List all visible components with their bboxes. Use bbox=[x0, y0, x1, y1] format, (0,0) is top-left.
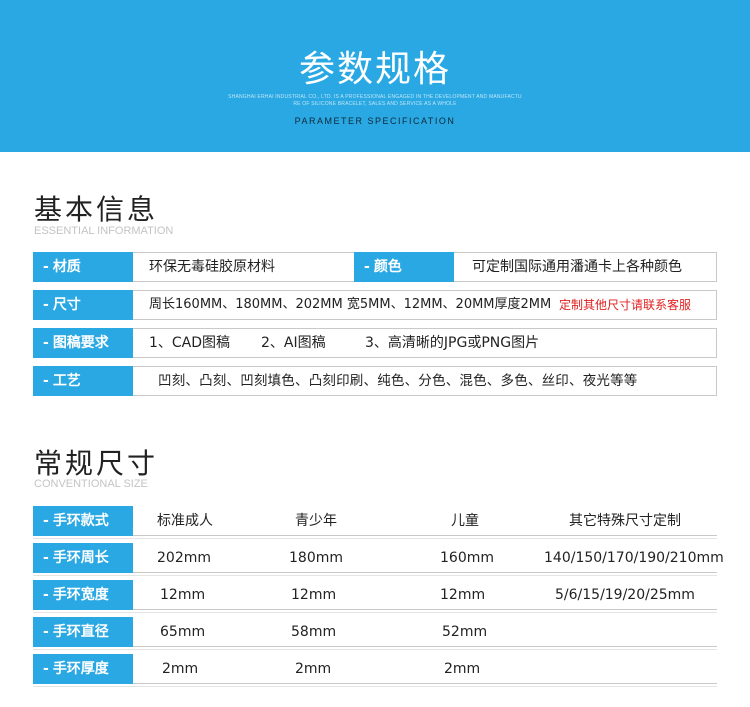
banner-title: 参数规格 bbox=[298, 49, 451, 90]
cell-adult: 标准成人 bbox=[157, 513, 213, 529]
header-banner: 参数规格 SHANGHAI ERHAI INDUSTRIAL CO., LTD.… bbox=[0, 0, 750, 152]
row-craft: - 工艺 凹刻、凸刻、凹刻填色、凸刻印刷、纯色、分色、混色、多色、丝印、夜光等等 bbox=[33, 366, 717, 396]
cell-custom: 其它特殊尺寸定制 bbox=[569, 513, 681, 529]
cell-teen: 青少年 bbox=[295, 513, 337, 529]
tag-diameter: - 手环直径 bbox=[33, 617, 133, 647]
size-value: 周长160MM、180MM、202MM 宽5MM、12MM、20MM厚度2MM bbox=[149, 297, 552, 312]
cell-child: 12mm bbox=[440, 587, 486, 603]
cell-adult: 202mm bbox=[157, 550, 211, 566]
table-row: - 手环周长 202mm 180mm 160mm 140/150/170/190/… bbox=[33, 543, 724, 576]
draft-item-2: 2、AI图稿 bbox=[261, 335, 326, 351]
banner-subtitle: PARAMETER SPECIFICATION bbox=[294, 116, 456, 126]
cell-teen: 58mm bbox=[291, 624, 337, 640]
tag-thickness: - 手环厚度 bbox=[33, 654, 133, 684]
section-subtitle-sizes: CONVENTIONAL SIZE bbox=[34, 478, 148, 490]
cell-adult: 12mm bbox=[160, 587, 206, 603]
tag-draft: - 图稿要求 bbox=[33, 328, 133, 358]
cell-child: 52mm bbox=[442, 624, 488, 640]
cell-teen: 180mm bbox=[289, 550, 343, 566]
section-title-basic: 基本信息 bbox=[34, 193, 159, 226]
table-row: - 手环厚度 2mm 2mm 2mm bbox=[33, 654, 717, 687]
banner-desc-line-2: RE OF SILICONE BRACELET, SALES AND SERVI… bbox=[293, 101, 457, 107]
cell-adult: 65mm bbox=[160, 624, 206, 640]
cell-custom: 5/6/15/19/20/25mm bbox=[555, 587, 695, 603]
section-title-sizes: 常规尺寸 bbox=[34, 447, 159, 480]
cell-child: 160mm bbox=[440, 550, 494, 566]
section-subtitle-basic: ESSENTIAL INFORMATION bbox=[34, 225, 174, 237]
draft-item-3: 3、高清晰的JPG或PNG图片 bbox=[365, 335, 540, 351]
tag-color: - 颜色 bbox=[354, 252, 454, 282]
cell-child: 2mm bbox=[444, 661, 481, 677]
cell-custom: 140/150/170/190/210mm bbox=[544, 550, 724, 566]
table-row: - 手环宽度 12mm 12mm 12mm 5/6/15/19/20/25mm bbox=[33, 580, 717, 613]
tag-craft: - 工艺 bbox=[33, 366, 133, 396]
tag-width: - 手环宽度 bbox=[33, 580, 133, 610]
material-value: 环保无毒硅胶原材料 bbox=[149, 259, 275, 275]
tag-size: - 尺寸 bbox=[33, 290, 133, 320]
draft-item-1: 1、CAD图稿 bbox=[149, 335, 231, 351]
cell-teen: 2mm bbox=[295, 661, 332, 677]
tag-material: - 材质 bbox=[33, 252, 133, 282]
tag-style: - 手环款式 bbox=[33, 506, 133, 536]
row-draft: - 图稿要求 1、CAD图稿 2、AI图稿 3、高清晰的JPG或PNG图片 bbox=[33, 328, 717, 358]
row-material-color: - 材质 环保无毒硅胶原材料 - 颜色 可定制国际通用潘通卡上各种颜色 bbox=[33, 252, 717, 282]
row-size: - 尺寸 周长160MM、180MM、202MM 宽5MM、12MM、20MM厚度… bbox=[33, 290, 717, 320]
banner-description: SHANGHAI ERHAI INDUSTRIAL CO., LTD. IS A… bbox=[0, 94, 750, 108]
craft-value: 凹刻、凸刻、凹刻填色、凸刻印刷、纯色、分色、混色、多色、丝印、夜光等等 bbox=[158, 373, 638, 389]
color-value: 可定制国际通用潘通卡上各种颜色 bbox=[472, 259, 682, 275]
cell-child: 儿童 bbox=[451, 513, 479, 529]
cell-teen: 12mm bbox=[291, 587, 337, 603]
size-note: 定制其他尺寸请联系客服 bbox=[559, 298, 692, 312]
cell-adult: 2mm bbox=[162, 661, 199, 677]
tag-circumference: - 手环周长 bbox=[33, 543, 133, 573]
banner-desc-line-1: SHANGHAI ERHAI INDUSTRIAL CO., LTD. IS A… bbox=[228, 94, 522, 100]
table-row: - 手环直径 65mm 58mm 52mm bbox=[33, 617, 717, 650]
table-row: - 手环款式 标准成人 青少年 儿童 其它特殊尺寸定制 bbox=[33, 506, 717, 539]
